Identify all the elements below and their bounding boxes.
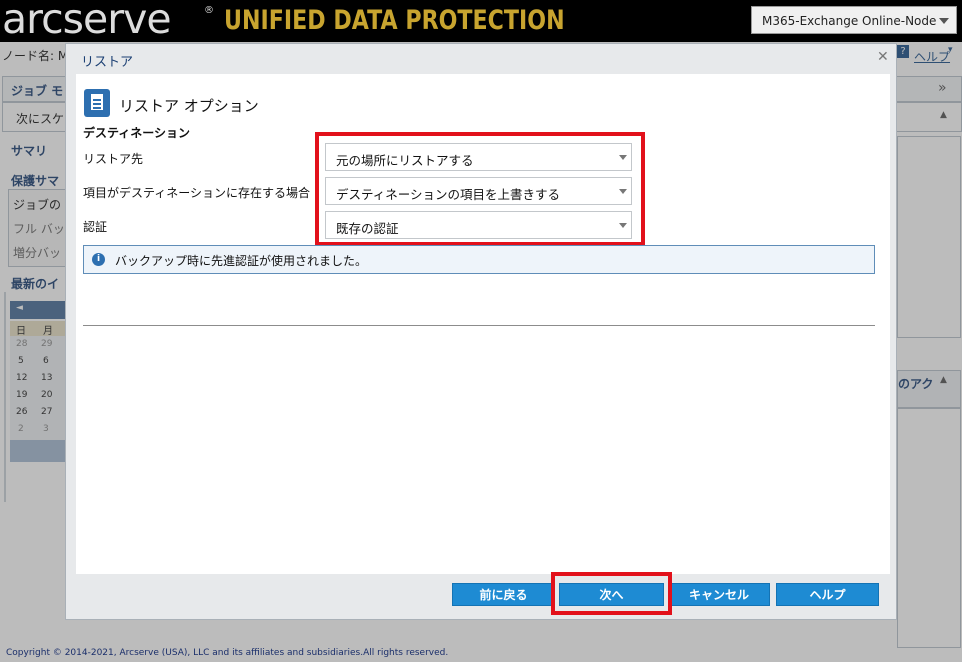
registered-mark: ® (204, 5, 214, 16)
restore-destination-label: リストア先 (83, 152, 144, 166)
dialog-content: リストア オプション デスティネーション リストア先 元の場所にリストアする 項… (76, 74, 890, 574)
content-divider (83, 325, 875, 326)
restore-dialog: リストア ✕ リストア オプション デスティネーション リストア先 元の場所にリ… (65, 43, 897, 620)
authentication-label: 認証 (83, 220, 108, 234)
chevron-down-icon (939, 18, 949, 24)
restore-options-icon (84, 89, 110, 117)
arcserve-logo: arcserve (2, 0, 172, 43)
close-icon[interactable]: ✕ (877, 49, 889, 65)
conflict-resolution-label: 項目がデスティネーションに存在する場合 (83, 186, 311, 200)
node-select-value: M365-Exchange Online-Node (762, 14, 937, 28)
dialog-title: リストア (81, 55, 134, 70)
product-name: UNIFIED DATA PROTECTION (224, 5, 565, 36)
node-select[interactable]: M365-Exchange Online-Node (751, 6, 957, 34)
info-banner: i バックアップ時に先進認証が使用されました。 (83, 245, 875, 274)
back-button[interactable]: 前に戻る (452, 583, 555, 606)
help-button[interactable]: ヘルプ (776, 583, 879, 606)
destination-section-title: デスティネーション (83, 126, 191, 140)
highlight-box-next (551, 572, 672, 615)
cancel-button[interactable]: キャンセル (668, 583, 770, 606)
copyright-text: Copyright © 2014-2021, Arcserve (USA), L… (6, 648, 449, 658)
highlight-box-options (315, 132, 645, 246)
info-icon: i (92, 253, 105, 266)
info-message: バックアップ時に先進認証が使用されました。 (115, 254, 368, 268)
app-header: arcserve ® UNIFIED DATA PROTECTION M365-… (0, 0, 962, 42)
restore-options-title: リストア オプション (119, 97, 259, 115)
